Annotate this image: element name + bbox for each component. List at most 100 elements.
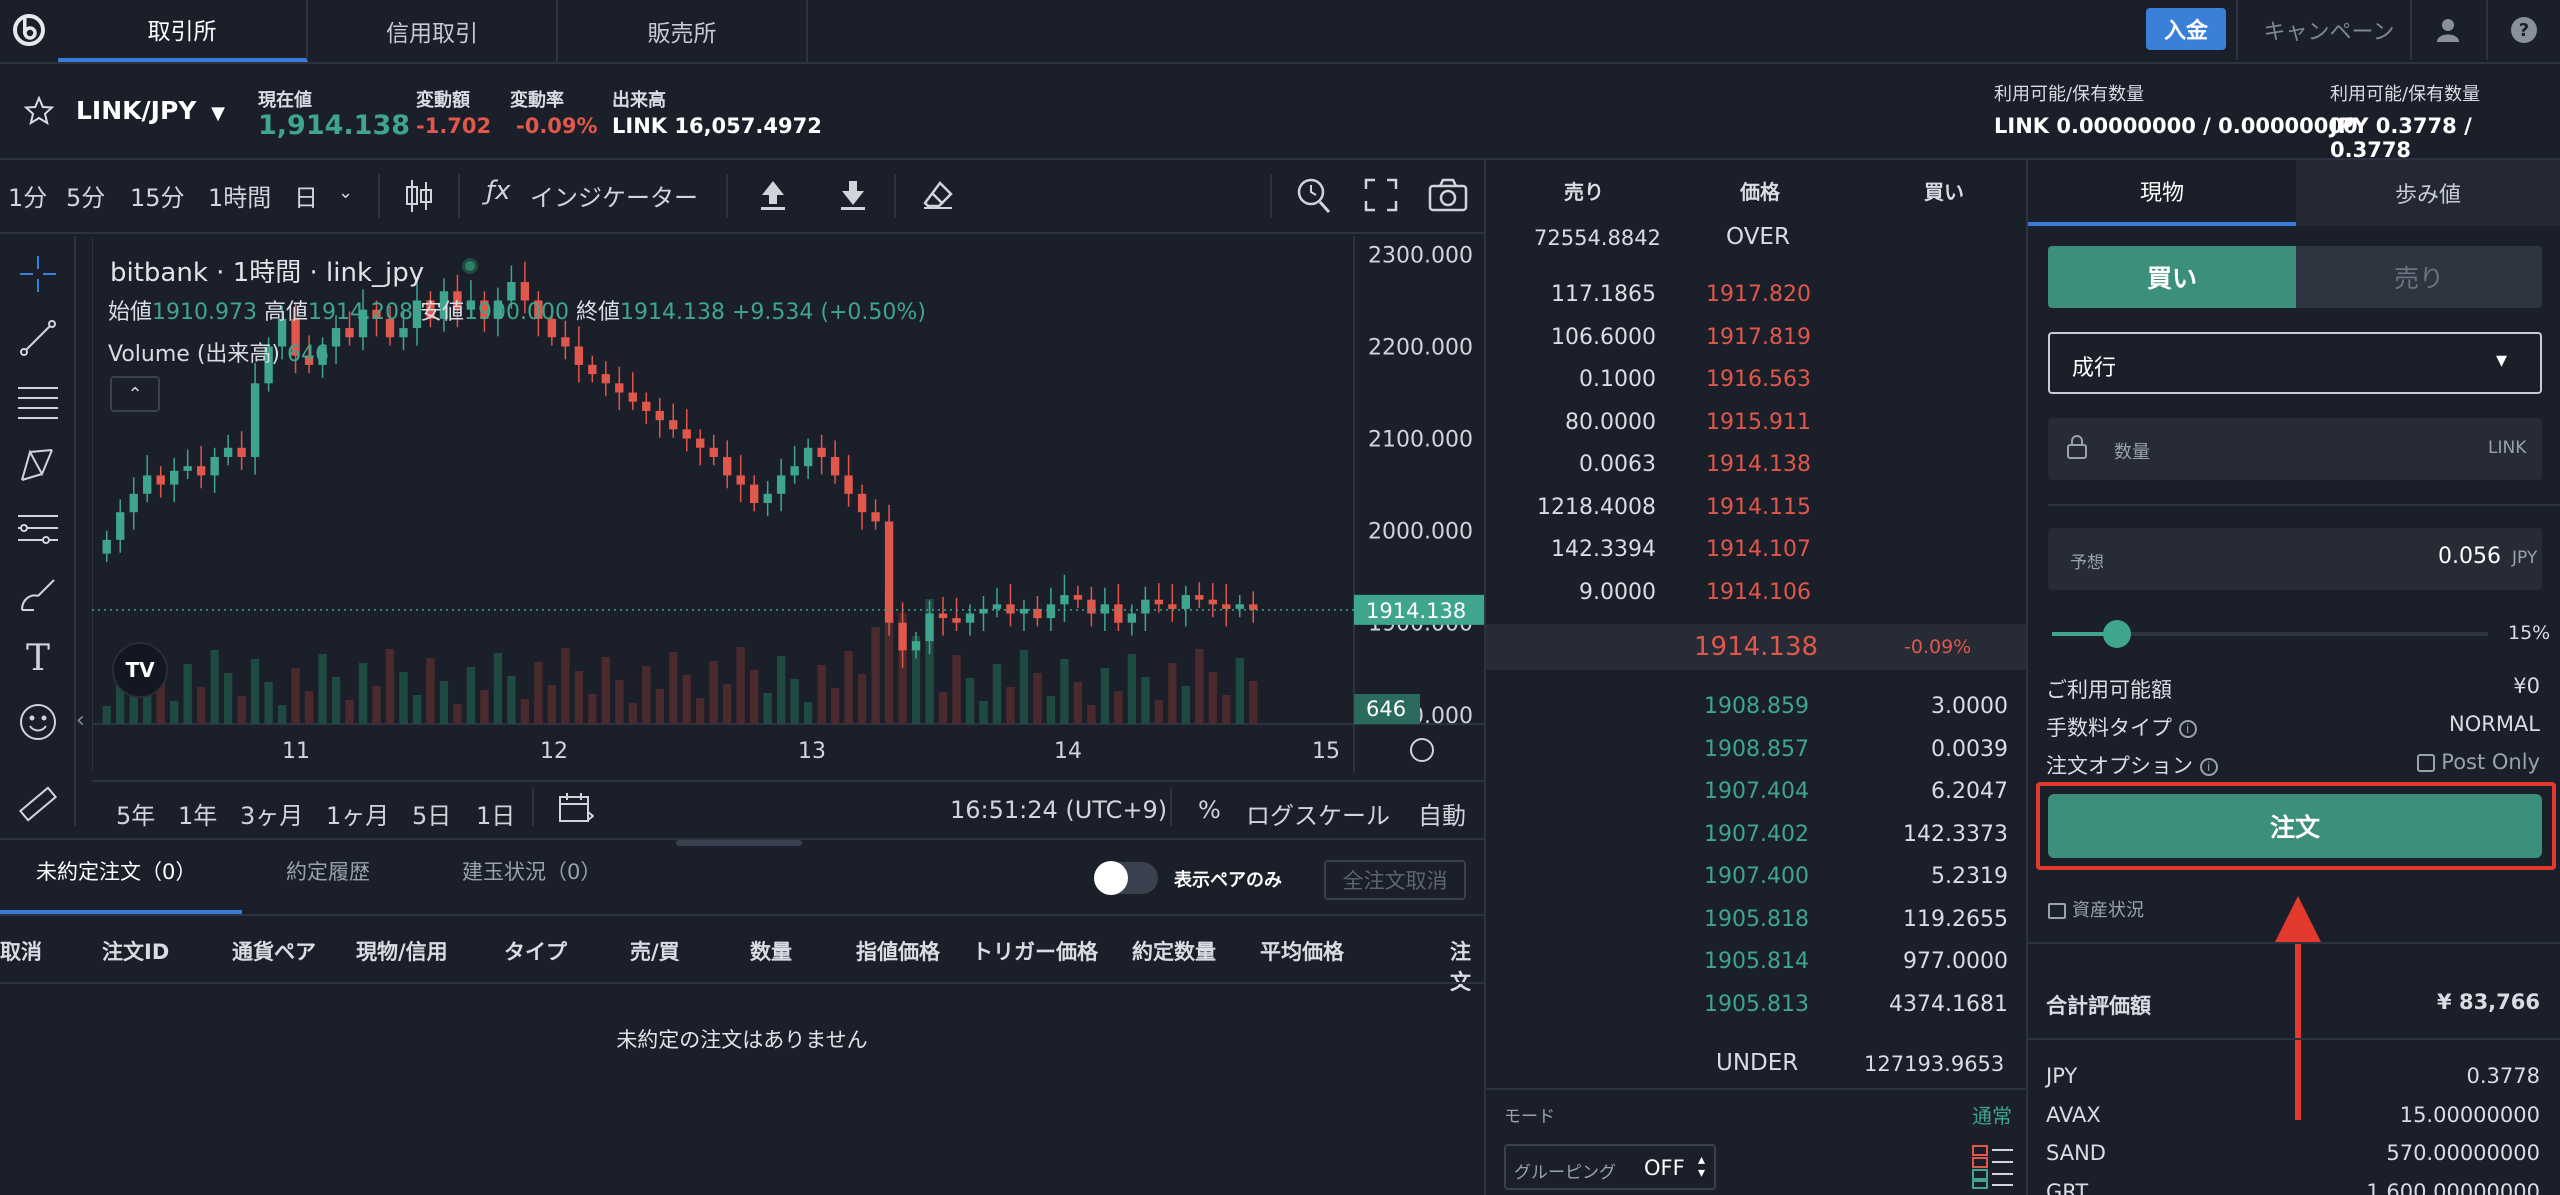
candle-body (223, 447, 233, 457)
fee-info-icon[interactable]: i (2178, 720, 2197, 738)
sell-button[interactable]: 売り (2296, 246, 2542, 308)
percent-slider[interactable] (2052, 620, 2488, 648)
book-layout-icon[interactable] (1972, 1144, 2014, 1194)
tab-spot[interactable]: 現物 (2028, 160, 2296, 226)
tab-open-orders[interactable]: 未約定注文（0） (0, 840, 242, 914)
help-icon[interactable]: ? (2486, 0, 2560, 60)
resize-handle[interactable] (676, 840, 802, 846)
range-bar: 5年 1年 3ヶ月 1ヶ月 5日 1日 16:51:24 (UTC+9) % ロ… (92, 780, 1484, 832)
pair-selector[interactable]: LINK/JPY ▼ (76, 96, 225, 125)
ask-row[interactable]: 142.3394 1914.107 (1486, 529, 2026, 571)
bid-row[interactable]: 1907.402 142.3373 (1486, 814, 2026, 856)
download-icon[interactable] (838, 178, 868, 216)
tab-trades[interactable]: 歩み値 (2296, 160, 2560, 226)
calendar-icon[interactable] (558, 792, 595, 828)
fullscreen-icon[interactable] (1364, 178, 1398, 216)
range-1d[interactable]: 1日 (476, 796, 515, 831)
estimate-input[interactable]: 予想 0.056 JPY (2048, 528, 2542, 590)
upload-icon[interactable] (758, 178, 788, 216)
deposit-button[interactable]: 入金 (2146, 8, 2226, 50)
chart-settings-icon[interactable] (1410, 738, 1434, 762)
timeframe-dropdown-icon[interactable]: ⌄ (338, 182, 353, 203)
emoji-icon[interactable] (14, 698, 62, 746)
y-tick-label: 2000.000 (1368, 520, 1473, 545)
ask-row[interactable]: 9.0000 1914.106 (1486, 572, 2026, 614)
bid-row[interactable]: 1905.814 977.0000 (1486, 941, 2026, 983)
candle-style-icon[interactable] (404, 178, 434, 218)
bid-row[interactable]: 1905.818 119.2655 (1486, 899, 2026, 941)
grouping-select[interactable]: グルーピング OFF ▴ ▾ (1504, 1144, 1716, 1190)
ask-row[interactable]: 117.1865 1917.820 (1486, 274, 2026, 316)
bitbank-logo-icon[interactable] (0, 0, 58, 60)
brush-icon[interactable] (14, 570, 62, 618)
submit-order-button[interactable]: 注文 (2048, 794, 2542, 858)
estimate-label: 予想 (2070, 553, 2104, 573)
price-chart[interactable]: 2300.000 2200.000 2100.000 2000.000 1900.000… (92, 236, 1484, 772)
timeframe-1m[interactable]: 1分 (8, 178, 47, 213)
volume-bar (1222, 695, 1231, 724)
indicator-button[interactable]: インジケーター (530, 178, 698, 213)
ruler-icon[interactable] (14, 780, 62, 828)
volume-value: LINK 16,057.4972 (612, 114, 822, 138)
assets-link[interactable]: 資産状況 (2048, 896, 2144, 922)
candle-body (763, 493, 772, 504)
pair-only-toggle[interactable] (1094, 861, 1158, 895)
user-icon[interactable] (2410, 0, 2484, 60)
ask-price: 1915.911 (1706, 409, 1811, 435)
buy-button[interactable]: 買い (2048, 246, 2296, 308)
post-only-checkbox[interactable]: Post Only (2417, 750, 2540, 774)
log-scale-toggle[interactable]: ログスケール (1246, 796, 1390, 831)
tab-broker[interactable]: 販売所 (558, 0, 808, 62)
tab-margin-trading[interactable]: 信用取引 (308, 0, 558, 62)
toolbar-divider (1270, 174, 1272, 218)
tab-trade-history[interactable]: 約定履歴 (286, 856, 370, 886)
auto-scale-toggle[interactable]: 自動 (1418, 796, 1466, 831)
range-1y[interactable]: 1年 (178, 796, 217, 831)
trend-line-icon[interactable] (14, 314, 62, 362)
percent-toggle[interactable]: % (1198, 796, 1221, 824)
timeframe-15m[interactable]: 15分 (130, 178, 185, 213)
tradingview-logo-icon[interactable]: TV (112, 642, 168, 698)
horizontal-lines-icon[interactable] (14, 378, 62, 426)
volume-bar (277, 705, 287, 724)
text-tool-icon[interactable]: T (14, 634, 62, 682)
order-type-select[interactable]: 成行 ▾ (2048, 332, 2542, 394)
range-1m[interactable]: 1ヶ月 (326, 796, 389, 831)
timeframe-5m[interactable]: 5分 (66, 178, 105, 213)
camera-icon[interactable] (1428, 178, 1468, 216)
tab-positions[interactable]: 建玉状況（0） (462, 856, 601, 886)
tab-exchange[interactable]: 取引所 (58, 0, 308, 62)
bid-row[interactable]: 1905.813 4374.1681 (1486, 984, 2026, 1026)
range-5y[interactable]: 5年 (116, 796, 155, 831)
timeframe-day[interactable]: 日 (294, 178, 318, 213)
crosshair-icon[interactable] (14, 250, 62, 298)
collapse-sidebar-icon[interactable]: ‹ (76, 708, 85, 733)
cancel-all-button[interactable]: 全注文取消 (1324, 860, 1466, 900)
replay-search-icon[interactable] (1296, 176, 1332, 218)
ask-row[interactable]: 80.0000 1915.911 (1486, 402, 2026, 444)
range-3m[interactable]: 3ヶ月 (240, 796, 303, 831)
campaign-link[interactable]: キャンペーン (2236, 0, 2420, 60)
ask-row[interactable]: 0.1000 1916.563 (1486, 359, 2026, 401)
bid-row[interactable]: 1908.859 3.0000 (1486, 686, 2026, 728)
range-5d[interactable]: 5日 (412, 796, 451, 831)
fib-tool-icon[interactable] (14, 506, 62, 554)
volume-bar (938, 692, 948, 724)
ask-row[interactable]: 0.0063 1914.138 (1486, 444, 2026, 486)
slider-handle[interactable] (2103, 620, 2132, 648)
quantity-input[interactable]: 数量 LINK (2048, 418, 2542, 480)
ask-row[interactable]: 1218.4008 1914.115 (1486, 487, 2026, 529)
mode-value[interactable]: 通常 (1972, 1100, 2012, 1129)
collapse-legend-icon[interactable]: ⌃ (110, 376, 160, 412)
bid-row[interactable]: 1908.857 0.0039 (1486, 729, 2026, 771)
bid-row[interactable]: 1907.400 5.2319 (1486, 856, 2026, 898)
eraser-icon[interactable] (922, 180, 954, 214)
ask-row[interactable]: 106.6000 1917.819 (1486, 317, 2026, 359)
timeframe-1h[interactable]: 1時間 (208, 178, 271, 213)
option-info-icon[interactable]: i (2199, 758, 2218, 776)
favorite-star-icon[interactable] (23, 95, 55, 130)
pattern-tool-icon[interactable] (14, 442, 62, 490)
indicator-fx-icon[interactable]: ƒx (486, 176, 511, 206)
x-tick-label: 15 (1312, 739, 1340, 764)
bid-row[interactable]: 1907.404 6.2047 (1486, 771, 2026, 813)
